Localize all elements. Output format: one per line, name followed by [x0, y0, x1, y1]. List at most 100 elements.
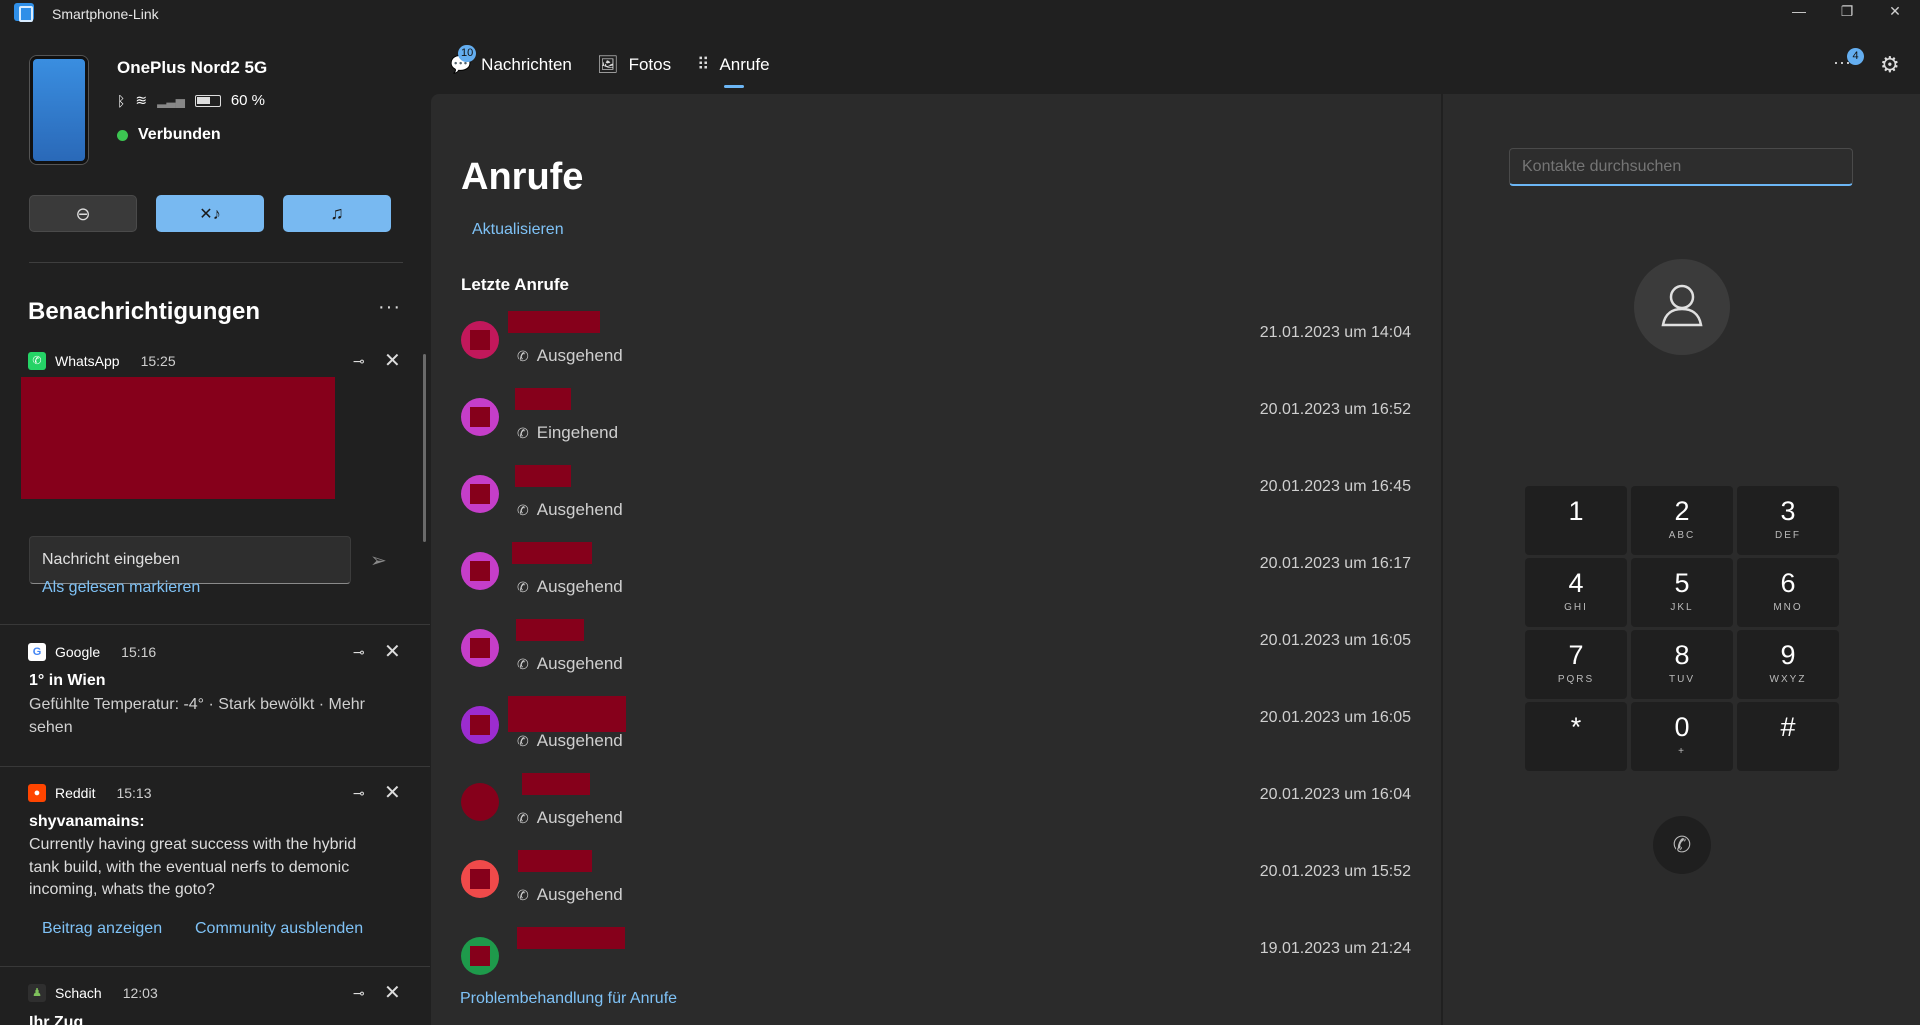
redacted-avatar [470, 715, 490, 735]
call-row[interactable]: ✆ Eingehend 20.01.2023 um 16:52 [431, 388, 1441, 465]
dial-key[interactable]: 0 + [1631, 702, 1733, 771]
music-icon: ♫ [330, 203, 344, 223]
dial-key[interactable]: 8 TUV [1631, 630, 1733, 699]
notification-separator [0, 624, 430, 625]
dial-key-letters: JKL [1670, 602, 1694, 613]
chat-icon: 💬 10 [450, 45, 477, 75]
dial-key-letters: ABC [1668, 530, 1696, 541]
pin-icon[interactable]: ⊸ [353, 985, 365, 1002]
call-row[interactable]: ✆ Ausgehend 20.01.2023 um 16:04 [431, 773, 1441, 850]
hide-community-link[interactable]: Community ausblenden [195, 920, 363, 938]
active-tab-indicator [724, 85, 744, 88]
dial-key[interactable]: 7 PQRS [1525, 630, 1627, 699]
notification-app-reddit: ● Reddit 15:13 [28, 784, 152, 802]
notifications-more-button[interactable]: ··· [378, 296, 401, 319]
call-date: 21.01.2023 um 14:04 [1259, 324, 1411, 341]
call-row[interactable]: ✆ Ausgehend 20.01.2023 um 16:05 [431, 696, 1441, 773]
pin-icon[interactable]: ⊸ [353, 353, 365, 370]
bluetooth-icon: ᛒ [117, 92, 126, 109]
media-button[interactable]: ♫ [283, 195, 391, 232]
call-row[interactable]: ✆ Ausgehend 20.01.2023 um 16:05 [431, 619, 1441, 696]
call-type: ✆ Eingehend [517, 423, 618, 443]
reply-input[interactable]: Nachricht eingeben [29, 536, 351, 584]
connected-dot-icon [117, 129, 128, 141]
incoming-call-icon: ✆ [517, 424, 529, 441]
dial-key[interactable]: 3 DEF [1737, 486, 1839, 555]
google-icon: G [28, 643, 46, 661]
call-row[interactable]: ✆ Ausgehend 21.01.2023 um 14:04 [431, 311, 1441, 388]
call-type-label: Ausgehend [536, 808, 623, 827]
redacted-avatar [470, 484, 490, 504]
dial-key[interactable]: 6 MNO [1737, 558, 1839, 627]
redacted-caller-name [508, 311, 600, 333]
notification-separator [0, 766, 430, 767]
divider [29, 262, 403, 263]
tab-photos[interactable]: 🖼 Fotos [597, 55, 671, 75]
dial-key[interactable]: * [1525, 702, 1627, 771]
dial-key-number: 8 [1674, 640, 1690, 670]
dismiss-notification-button[interactable]: ✕ [384, 642, 401, 662]
dismiss-notification-button[interactable]: ✕ [384, 351, 401, 371]
tab-messages[interactable]: 💬 10 Nachrichten [450, 45, 572, 75]
call-type: ✆ Ausgehend [517, 500, 623, 520]
minimize-button[interactable]: — [1776, 0, 1822, 26]
dial-key[interactable]: # [1737, 702, 1839, 771]
call-row[interactable]: ✆ Ausgehend 20.01.2023 um 16:45 [431, 465, 1441, 542]
device-name: OnePlus Nord2 5G [117, 58, 268, 77]
troubleshoot-link[interactable]: Problembehandlung für Anrufe [460, 990, 677, 1008]
dial-key[interactable]: 2 ABC [1631, 486, 1733, 555]
caller-avatar [461, 860, 499, 898]
dial-key[interactable]: 4 GHI [1525, 558, 1627, 627]
call-date: 20.01.2023 um 16:04 [1259, 786, 1411, 803]
contacts-search-input[interactable] [1509, 148, 1853, 186]
outgoing-call-icon: ✆ [517, 809, 529, 826]
call-row[interactable]: ✆ Ausgehend 20.01.2023 um 16:17 [431, 542, 1441, 619]
mute-button[interactable]: ✕♪ [156, 195, 264, 232]
call-button[interactable]: ✆ [1653, 816, 1711, 874]
dial-key-number: 3 [1780, 496, 1796, 526]
more-options-badge: 4 [1847, 48, 1864, 65]
call-type: ✆ Ausgehend [517, 577, 623, 597]
tab-calls[interactable]: ⠿ Anrufe [697, 55, 770, 75]
redacted-avatar [470, 638, 490, 658]
dismiss-notification-button[interactable]: ✕ [384, 783, 401, 803]
dismiss-notification-button[interactable]: ✕ [384, 983, 401, 1003]
connection-label: Verbunden [138, 126, 221, 143]
do-not-disturb-button[interactable]: ⊖ [29, 195, 137, 232]
call-row[interactable]: ✆ Ausgehend 20.01.2023 um 15:52 [431, 850, 1441, 927]
call-date: 20.01.2023 um 16:45 [1259, 478, 1411, 495]
recent-calls-heading: Letzte Anrufe [461, 275, 569, 294]
dial-key[interactable]: 5 JKL [1631, 558, 1733, 627]
caller-avatar [461, 398, 499, 436]
mark-as-read-link[interactable]: Als gelesen markieren [42, 579, 200, 597]
pin-icon[interactable]: ⊸ [353, 785, 365, 802]
notifications-heading: Benachrichtigungen [28, 298, 261, 325]
pin-icon[interactable]: ⊸ [353, 644, 365, 661]
dial-key-letters: DEF [1775, 530, 1801, 541]
caller-avatar [461, 783, 499, 821]
caller-avatar [461, 475, 499, 513]
notifications-scrollbar[interactable] [423, 354, 426, 542]
tab-label: Nachrichten [481, 55, 572, 74]
call-type-label: Ausgehend [536, 731, 623, 750]
redacted-caller-name [512, 542, 592, 564]
dial-key[interactable]: 1 [1525, 486, 1627, 555]
refresh-link[interactable]: Aktualisieren [472, 221, 564, 239]
restore-button[interactable]: ❐ [1824, 0, 1870, 26]
view-post-link[interactable]: Beitrag anzeigen [42, 920, 162, 938]
close-button[interactable]: ✕ [1872, 0, 1918, 26]
gear-icon[interactable]: ⚙ [1880, 52, 1900, 78]
send-icon[interactable]: ➢ [370, 548, 387, 573]
whatsapp-icon: ✆ [28, 352, 46, 370]
notification-app-schach: ♟ Schach 12:03 [28, 984, 158, 1002]
call-type-label: Ausgehend [536, 885, 623, 904]
dial-key[interactable]: 9 WXYZ [1737, 630, 1839, 699]
dial-key-letters: MNO [1773, 602, 1803, 613]
redacted-caller-name [515, 388, 571, 410]
dial-key-number: 2 [1674, 496, 1690, 526]
dial-key-number: 0 [1674, 712, 1690, 742]
call-type: ✆ Ausgehend [517, 654, 623, 674]
call-date: 20.01.2023 um 16:17 [1259, 555, 1411, 572]
dial-key-number: * [1570, 712, 1582, 742]
redacted-caller-name [518, 850, 592, 872]
